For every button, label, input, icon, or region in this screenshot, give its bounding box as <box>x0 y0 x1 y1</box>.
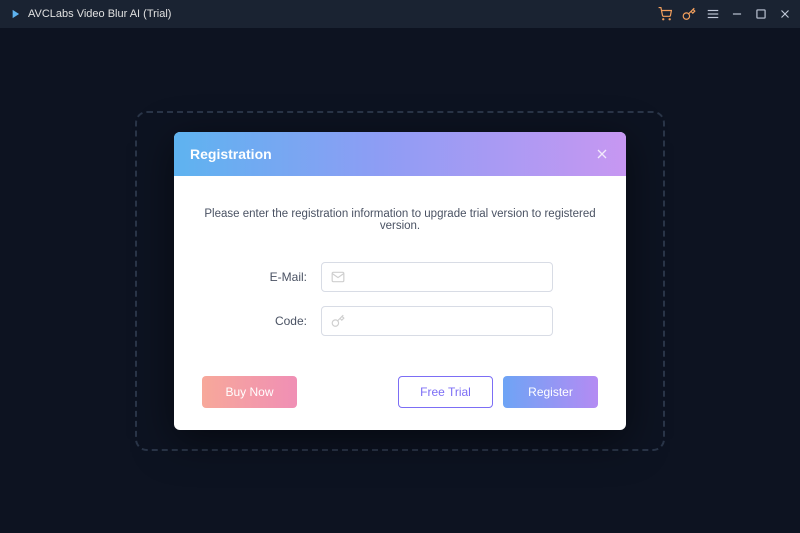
modal-title: Registration <box>190 146 272 162</box>
app-title: AVCLabs Video Blur AI (Trial) <box>28 8 171 20</box>
key-icon[interactable] <box>682 7 696 21</box>
modal-header: Registration <box>174 132 626 176</box>
menu-icon[interactable] <box>706 7 720 21</box>
email-input[interactable] <box>321 262 553 292</box>
cart-icon[interactable] <box>658 7 672 21</box>
modal-backdrop: Registration Please enter the registrati… <box>0 28 800 533</box>
code-row: Code: <box>202 306 598 336</box>
modal-message: Please enter the registration informatio… <box>202 208 598 232</box>
app-logo-icon <box>8 7 22 21</box>
modal-body: Please enter the registration informatio… <box>174 176 626 430</box>
email-row: E-Mail: <box>202 262 598 292</box>
titlebar: AVCLabs Video Blur AI (Trial) <box>0 0 800 28</box>
code-input-wrap <box>321 306 553 336</box>
titlebar-left: AVCLabs Video Blur AI (Trial) <box>8 7 171 21</box>
close-icon[interactable] <box>594 146 610 162</box>
email-input-wrap <box>321 262 553 292</box>
email-label: E-Mail: <box>247 270 307 284</box>
buy-now-button[interactable]: Buy Now <box>202 376 297 408</box>
register-button[interactable]: Register <box>503 376 598 408</box>
minimize-icon[interactable] <box>730 7 744 21</box>
code-label: Code: <box>247 314 307 328</box>
key-input-icon <box>331 314 345 328</box>
registration-modal: Registration Please enter the registrati… <box>174 132 626 430</box>
titlebar-right <box>658 7 792 21</box>
modal-footer: Buy Now Free Trial Register <box>202 376 598 408</box>
maximize-icon[interactable] <box>754 7 768 21</box>
close-window-icon[interactable] <box>778 7 792 21</box>
mail-icon <box>331 270 345 284</box>
free-trial-button[interactable]: Free Trial <box>398 376 493 408</box>
code-input[interactable] <box>321 306 553 336</box>
